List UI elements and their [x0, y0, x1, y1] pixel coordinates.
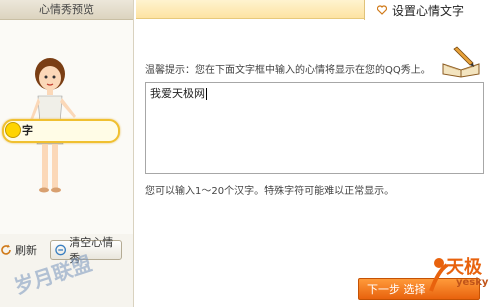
logo-main-text: 天极 — [446, 257, 482, 278]
mood-bubble: 字 — [2, 119, 120, 143]
heart-icon — [377, 5, 387, 15]
refresh-label: 刷新 — [15, 244, 37, 257]
preview-title: 心情秀预览 — [0, 0, 133, 20]
refresh-icon — [1, 244, 11, 255]
bubble-text: 字 — [22, 124, 33, 137]
input-value: 我爱天极网 — [150, 87, 205, 100]
hint-text: 温馨提示：您在下面文字框中输入的心情将显示在您的QQ秀上。 — [145, 65, 431, 76]
tab-set-mood-text[interactable]: 设置心情文字 — [364, 0, 500, 20]
mood-text-input[interactable]: 我爱天极网 — [145, 82, 484, 174]
preview-panel: 心情秀预览 字 刷新 清空心情秀 岁月联盟 — [0, 0, 134, 307]
logo-sub-text: yesky — [456, 277, 489, 288]
book-pen-icon — [442, 46, 480, 78]
tab-label: 设置心情文字 — [392, 3, 465, 18]
site-logo: 天极 yesky — [428, 251, 498, 301]
settings-content: 温馨提示：您在下面文字框中输入的心情将显示在您的QQ秀上。 我爱天极网 您可以输… — [136, 20, 500, 307]
text-caret — [206, 88, 207, 100]
input-note: 您可以输入1～20个汉字。特殊字符可能难以正常显示。 — [145, 186, 395, 197]
refresh-button[interactable]: 刷新 — [0, 240, 42, 260]
smiley-icon — [5, 122, 21, 138]
